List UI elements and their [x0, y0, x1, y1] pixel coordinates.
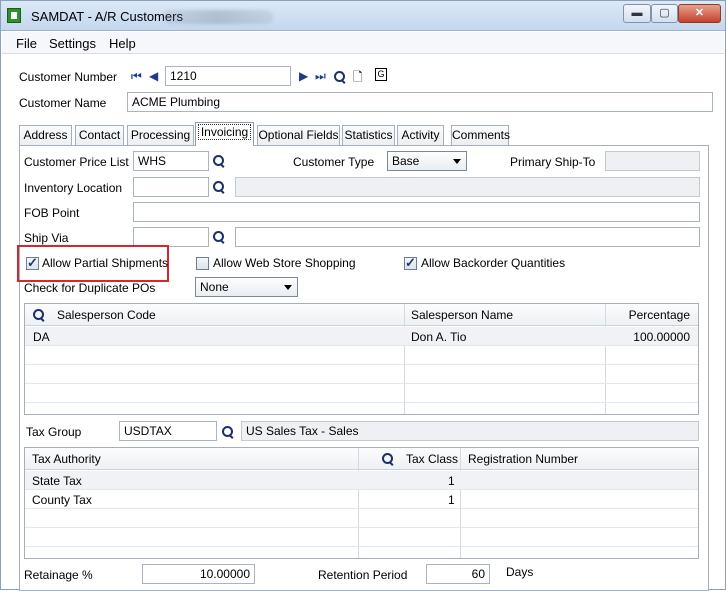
tax-group-description: US Sales Tax - Sales: [241, 421, 699, 441]
customer-type-label: Customer Type: [293, 155, 375, 169]
table-row[interactable]: [25, 365, 698, 384]
tax-group-field[interactable]: USDTAX: [119, 421, 217, 441]
table-row[interactable]: County Tax 1: [25, 490, 698, 509]
allow-backorder-checkbox[interactable]: [404, 255, 417, 271]
retainage-field[interactable]: 10.00000: [142, 564, 255, 584]
ship-via-label: Ship Via: [24, 231, 69, 245]
salesperson-grid-header: Salesperson Code Salesperson Name Percen…: [25, 304, 698, 326]
table-row[interactable]: [25, 528, 698, 547]
chevron-down-icon: [284, 285, 292, 290]
tax-grid-header: Tax Authority Tax Class Registration Num…: [25, 448, 698, 470]
tab-activity[interactable]: Activity: [397, 125, 444, 145]
salesperson-code-header[interactable]: Salesperson Code: [57, 308, 156, 322]
ship-via-description: [235, 227, 700, 247]
customer-type-select[interactable]: Base: [387, 151, 467, 171]
title-bar: SAMDAT - A/R Customers ▬ ▢ ✕: [1, 1, 725, 31]
customer-name-field[interactable]: ACME Plumbing: [127, 92, 713, 112]
price-list-finder-icon[interactable]: [213, 155, 225, 167]
table-row[interactable]: State Tax 1: [25, 471, 698, 490]
price-list-field[interactable]: WHS: [133, 151, 209, 171]
app-window: SAMDAT - A/R Customers ▬ ▢ ✕ File Settin…: [0, 0, 726, 591]
chevron-down-icon: [453, 159, 461, 164]
table-row[interactable]: [25, 509, 698, 528]
tax-class-header[interactable]: Tax Class: [406, 452, 458, 466]
customer-name-label: Customer Name: [19, 96, 107, 110]
close-button[interactable]: ✕: [678, 4, 721, 23]
tab-processing[interactable]: Processing: [127, 125, 194, 145]
menu-settings[interactable]: Settings: [49, 36, 96, 51]
ship-via-field[interactable]: [133, 227, 209, 247]
blurred-title-area: [163, 10, 273, 24]
tab-statistics[interactable]: Statistics: [342, 125, 395, 145]
primary-ship-to-label: Primary Ship-To: [510, 155, 596, 169]
customer-number-label: Customer Number: [19, 70, 118, 84]
retention-period-field[interactable]: 60: [426, 564, 490, 584]
tab-invoicing[interactable]: Invoicing: [195, 122, 254, 146]
tax-group-label: Tax Group: [26, 425, 82, 439]
app-icon: [7, 8, 21, 23]
inventory-location-finder-icon[interactable]: [213, 181, 225, 193]
copy-icon[interactable]: G: [375, 68, 387, 81]
next-record-icon[interactable]: ▶: [299, 69, 308, 83]
salesperson-grid[interactable]: Salesperson Code Salesperson Name Percen…: [24, 303, 699, 415]
fob-point-label: FOB Point: [24, 206, 80, 220]
allow-partial-checkbox[interactable]: [26, 255, 39, 271]
percentage-header[interactable]: Percentage: [629, 308, 690, 322]
tax-group-finder-icon[interactable]: [222, 426, 234, 438]
lookup-icon[interactable]: [334, 71, 346, 83]
window-title: SAMDAT - A/R Customers: [31, 9, 183, 24]
first-record-icon[interactable]: ⏮: [131, 69, 142, 84]
menu-file[interactable]: File: [16, 36, 37, 51]
ship-via-finder-icon[interactable]: [213, 231, 225, 243]
salesperson-finder-icon[interactable]: [33, 309, 45, 321]
allow-backorder-label: Allow Backorder Quantities: [421, 256, 566, 270]
tax-authority-header[interactable]: Tax Authority: [32, 452, 101, 466]
menu-help[interactable]: Help: [109, 36, 136, 51]
duplicate-po-select[interactable]: None: [195, 277, 298, 297]
registration-number-header[interactable]: Registration Number: [468, 452, 578, 466]
price-list-label: Customer Price List: [24, 155, 129, 169]
allow-partial-label: Allow Partial Shipments: [42, 256, 169, 270]
tab-comments[interactable]: Comments: [451, 125, 510, 145]
inventory-location-description: [235, 177, 700, 197]
tax-authority-grid[interactable]: Tax Authority Tax Class Registration Num…: [24, 447, 699, 559]
customer-number-field[interactable]: 1210: [165, 66, 291, 86]
previous-record-icon[interactable]: ◀: [149, 69, 158, 83]
retention-period-label: Retention Period: [318, 568, 408, 582]
inventory-location-field[interactable]: [133, 177, 209, 197]
salesperson-name-header[interactable]: Salesperson Name: [411, 308, 513, 322]
tab-contact[interactable]: Contact: [75, 125, 124, 145]
maximize-button[interactable]: ▢: [651, 4, 678, 23]
tab-optional-fields[interactable]: Optional Fields: [257, 125, 340, 145]
new-document-icon[interactable]: 🗋: [353, 68, 363, 89]
allow-web-label: Allow Web Store Shopping: [213, 256, 356, 270]
table-row[interactable]: [25, 384, 698, 403]
inventory-location-label: Inventory Location: [24, 181, 123, 195]
duplicate-po-label: Check for Duplicate POs: [24, 281, 156, 295]
table-row[interactable]: DA Don A. Tio 100.00000: [25, 327, 698, 346]
menu-bar: File Settings Help: [2, 32, 724, 54]
tax-class-finder-icon[interactable]: [382, 453, 394, 465]
days-label: Days: [506, 565, 534, 579]
primary-ship-to-field: [605, 151, 700, 171]
tab-address[interactable]: Address: [19, 125, 72, 145]
minimize-button[interactable]: ▬: [623, 4, 651, 23]
last-record-icon[interactable]: ⏭: [315, 69, 326, 84]
table-row[interactable]: [25, 346, 698, 365]
retainage-label: Retainage %: [24, 568, 93, 582]
fob-point-field[interactable]: [133, 202, 700, 222]
allow-web-checkbox[interactable]: [196, 257, 209, 270]
